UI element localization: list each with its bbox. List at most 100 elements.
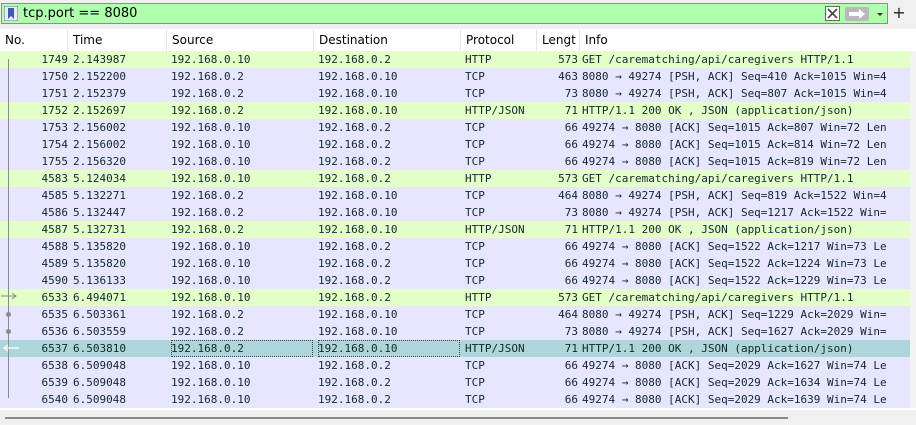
cell-info: 8080 → 49274 [PSH, ACK] Seq=819 Ack=1522… bbox=[582, 189, 887, 202]
cell-no: 1752 bbox=[41, 104, 69, 117]
cell-time: 2.152200 bbox=[73, 70, 126, 83]
cell-time: 6.509048 bbox=[73, 376, 126, 389]
cell-destination: 192.168.0.2 bbox=[318, 53, 391, 66]
cell-source: 192.168.0.10 bbox=[171, 257, 251, 270]
packet-row[interactable]: 6538 6.509048 192.168.0.10 192.168.0.2 TCP 66… bbox=[0, 357, 910, 374]
response-arrow-icon bbox=[3, 344, 19, 352]
apply-filter-button[interactable] bbox=[845, 7, 869, 21]
cell-protocol: TCP bbox=[465, 393, 485, 406]
cell-length: 73 bbox=[564, 206, 578, 219]
selected-packet-row[interactable]: 6537 6.503810 192.168.0.2 192.168.0.10 HTTP/… bbox=[0, 340, 910, 357]
cell-length: 66 bbox=[564, 240, 578, 253]
cell-protocol: TCP bbox=[465, 206, 485, 219]
cell-time: 5.124034 bbox=[73, 172, 126, 185]
column-header-source[interactable]: Source bbox=[167, 30, 314, 51]
packet-list-header: No. Time Source Destination Protocol Len… bbox=[0, 30, 916, 52]
column-header-length[interactable]: Lengt bbox=[537, 30, 580, 51]
cell-source: 192.168.0.2 bbox=[171, 223, 244, 236]
clear-filter-button[interactable] bbox=[825, 6, 840, 21]
cell-source: 192.168.0.10 bbox=[171, 291, 251, 304]
packet-row[interactable]: 4585 5.132271 192.168.0.2 192.168.0.10 TCP 46… bbox=[0, 187, 910, 204]
cell-time: 5.135820 bbox=[73, 240, 126, 253]
cell-time: 6.509048 bbox=[73, 359, 126, 372]
cell-length: 66 bbox=[564, 274, 578, 287]
cell-source: 192.168.0.10 bbox=[171, 376, 251, 389]
cell-info: 8080 → 49274 [PSH, ACK] Seq=410 Ack=1015… bbox=[582, 70, 887, 83]
packet-row[interactable]: 6533 6.494071 192.168.0.10 192.168.0.2 HTTP 5… bbox=[0, 289, 910, 306]
column-header-info[interactable]: Info bbox=[580, 30, 916, 51]
horizontal-scrollbar-thumb[interactable] bbox=[5, 417, 788, 419]
cell-no: 6538 bbox=[41, 359, 69, 372]
packet-row[interactable]: 1753 2.156002 192.168.0.10 192.168.0.2 TCP 66… bbox=[0, 119, 910, 136]
packet-row[interactable]: 1749 2.143987 192.168.0.10 192.168.0.2 HTTP 5… bbox=[0, 51, 910, 68]
cell-protocol: TCP bbox=[465, 138, 485, 151]
cell-time: 6.509048 bbox=[73, 393, 126, 406]
packet-row[interactable]: 4590 5.136133 192.168.0.10 192.168.0.2 TCP 66… bbox=[0, 272, 910, 289]
cell-info: HTTP/1.1 200 OK , JSON (application/json… bbox=[582, 342, 854, 355]
cell-destination: 192.168.0.2 bbox=[318, 291, 391, 304]
packet-row[interactable]: 6536 6.503559 192.168.0.2 192.168.0.10 TCP 73… bbox=[0, 323, 910, 340]
cell-destination: 192.168.0.2 bbox=[318, 376, 391, 389]
cell-protocol: TCP bbox=[465, 70, 485, 83]
horizontal-scrollbar[interactable] bbox=[0, 410, 916, 425]
column-header-destination[interactable]: Destination bbox=[314, 30, 461, 51]
cell-length: 73 bbox=[564, 87, 578, 100]
display-filter-text[interactable]: tcp.port == 8080 bbox=[23, 5, 137, 22]
display-filter-input[interactable]: tcp.port == 8080 bbox=[1, 3, 888, 24]
cell-no: 4586 bbox=[41, 206, 69, 219]
packet-row[interactable]: 6540 6.509048 192.168.0.10 192.168.0.2 TCP 66… bbox=[0, 391, 910, 408]
cell-length: 71 bbox=[564, 104, 578, 117]
column-header-time[interactable]: Time bbox=[68, 30, 167, 51]
cell-source: 192.168.0.10 bbox=[171, 121, 251, 134]
related-packet-dot bbox=[6, 312, 11, 317]
cell-protocol: TCP bbox=[465, 189, 485, 202]
cell-destination: 192.168.0.10 bbox=[318, 340, 460, 357]
packet-row[interactable]: 1755 2.156320 192.168.0.10 192.168.0.2 TCP 66… bbox=[0, 153, 910, 170]
cell-protocol: HTTP bbox=[465, 53, 492, 66]
packet-row[interactable]: 4588 5.135820 192.168.0.10 192.168.0.2 TCP 66… bbox=[0, 238, 910, 255]
filter-history-dropdown[interactable] bbox=[875, 7, 885, 21]
cell-protocol: TCP bbox=[465, 308, 485, 321]
cell-destination: 192.168.0.2 bbox=[318, 393, 391, 406]
packet-row[interactable]: 4583 5.124034 192.168.0.10 192.168.0.2 HTTP 5… bbox=[0, 170, 910, 187]
packet-row[interactable]: 1751 2.152379 192.168.0.2 192.168.0.10 TCP 73… bbox=[0, 85, 910, 102]
packet-list: 1749 2.143987 192.168.0.10 192.168.0.2 HTTP 5… bbox=[0, 51, 910, 408]
cell-time: 5.132447 bbox=[73, 206, 126, 219]
cell-info: GET /carematching/api/caregivers HTTP/1.… bbox=[582, 53, 854, 66]
column-header-no[interactable]: No. bbox=[0, 30, 68, 51]
cell-length: 66 bbox=[564, 155, 578, 168]
cell-length: 66 bbox=[564, 359, 578, 372]
packet-row[interactable]: 1750 2.152200 192.168.0.2 192.168.0.10 TCP 46… bbox=[0, 68, 910, 85]
cell-no: 6540 bbox=[41, 393, 69, 406]
packet-row[interactable]: 4589 5.135820 192.168.0.10 192.168.0.2 TCP 66… bbox=[0, 255, 910, 272]
cell-protocol: TCP bbox=[465, 325, 485, 338]
cell-length: 66 bbox=[564, 121, 578, 134]
cell-length: 573 bbox=[558, 53, 578, 66]
cell-source: 192.168.0.2 bbox=[171, 104, 244, 117]
cell-protocol: HTTP/JSON bbox=[465, 223, 525, 236]
cell-destination: 192.168.0.10 bbox=[318, 206, 398, 219]
cell-time: 5.136133 bbox=[73, 274, 126, 287]
cell-source: 192.168.0.2 bbox=[171, 206, 244, 219]
cell-no: 4587 bbox=[41, 223, 69, 236]
packet-row[interactable]: 4587 5.132731 192.168.0.2 192.168.0.10 HTTP/… bbox=[0, 221, 910, 238]
packet-row[interactable]: 4586 5.132447 192.168.0.2 192.168.0.10 TCP 73… bbox=[0, 204, 910, 221]
cell-info: 49274 → 8080 [ACK] Seq=1015 Ack=814 Win=… bbox=[582, 138, 887, 151]
add-filter-button[interactable]: + bbox=[891, 4, 907, 22]
cell-info: 49274 → 8080 [ACK] Seq=1015 Ack=807 Win=… bbox=[582, 121, 887, 134]
cell-info: 49274 → 8080 [ACK] Seq=2029 Ack=1639 Win… bbox=[582, 393, 887, 406]
cell-destination: 192.168.0.10 bbox=[318, 325, 398, 338]
packet-row[interactable]: 6539 6.509048 192.168.0.10 192.168.0.2 TCP 66… bbox=[0, 374, 910, 391]
packet-row[interactable]: 6535 6.503361 192.168.0.2 192.168.0.10 TCP 46… bbox=[0, 306, 910, 323]
packet-row[interactable]: 1752 2.152697 192.168.0.2 192.168.0.10 HTTP/… bbox=[0, 102, 910, 119]
cell-source: 192.168.0.10 bbox=[171, 240, 251, 253]
cell-time: 2.152379 bbox=[73, 87, 126, 100]
bookmark-icon[interactable] bbox=[4, 6, 18, 21]
column-header-protocol[interactable]: Protocol bbox=[461, 30, 537, 51]
packet-row[interactable]: 1754 2.156002 192.168.0.10 192.168.0.2 TCP 66… bbox=[0, 136, 910, 153]
cell-protocol: TCP bbox=[465, 155, 485, 168]
cell-length: 464 bbox=[558, 189, 578, 202]
cell-source: 192.168.0.2 bbox=[171, 308, 244, 321]
cell-no: 4588 bbox=[41, 240, 69, 253]
vertical-scrollbar[interactable] bbox=[910, 51, 916, 408]
